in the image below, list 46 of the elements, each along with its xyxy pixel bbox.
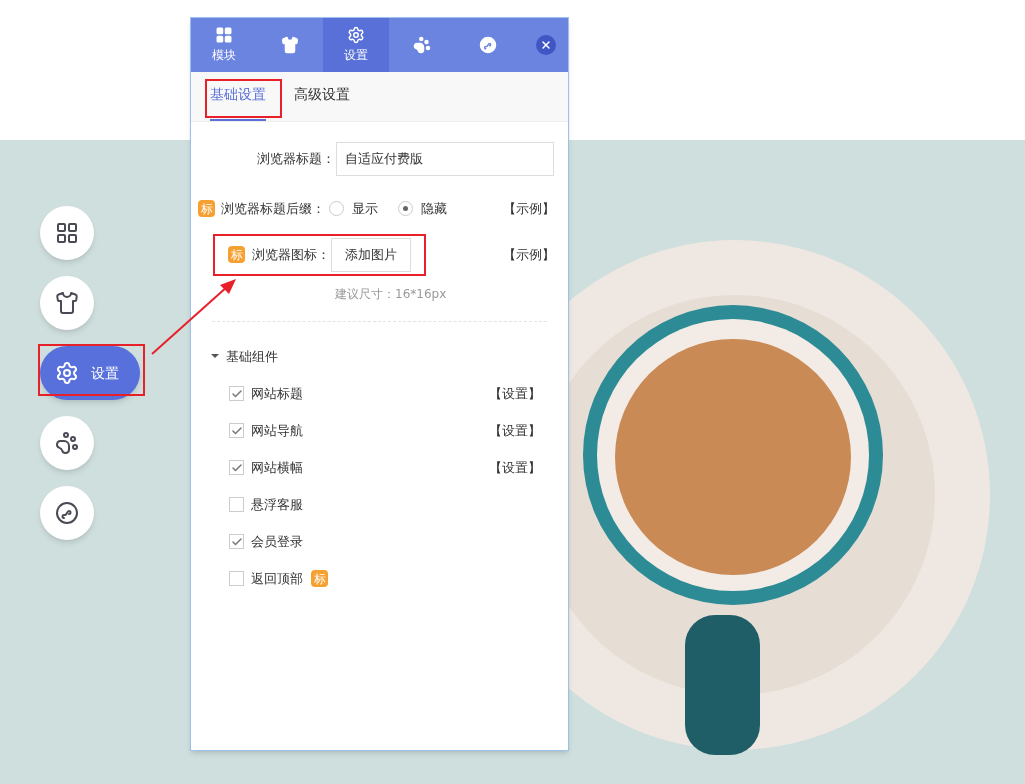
checkbox-label: 网站导航 [251, 421, 303, 440]
panel-tab[interactable]: 模块 [191, 18, 257, 72]
checkbox-label: 网站横幅 [251, 458, 303, 477]
settings-link[interactable]: 【设置】 [489, 383, 541, 404]
checkbox[interactable] [229, 423, 244, 438]
checkbox-label: 悬浮客服 [251, 495, 303, 514]
link-circle-icon [479, 36, 497, 54]
checkbox[interactable] [229, 386, 244, 401]
checkbox-label: 返回顶部 [251, 569, 303, 588]
tag-badge: 标 [198, 200, 215, 218]
field-label: 浏览器标题后缀： [221, 200, 325, 218]
paw-icon [55, 431, 79, 455]
checkbox-label: 会员登录 [251, 532, 303, 551]
grid-icon [215, 26, 233, 44]
title-input[interactable]: 自适应付费版 [336, 142, 554, 176]
field-label: 浏览器标题： [256, 150, 335, 169]
settings-icon [55, 361, 79, 385]
shirt-icon [281, 36, 299, 54]
radio-label: 隐藏 [421, 200, 447, 218]
subtab[interactable]: 基础设置 [210, 84, 266, 121]
settings-icon [347, 26, 365, 44]
checkbox[interactable] [229, 460, 244, 475]
close-icon [540, 39, 552, 51]
shirt-icon [55, 291, 79, 315]
caret-down-icon [211, 352, 219, 361]
example-link[interactable]: 【示例】 [503, 199, 555, 219]
settings-link[interactable]: 【设置】 [489, 457, 541, 478]
subtab[interactable]: 高级设置 [294, 84, 350, 121]
grid-icon [55, 221, 79, 245]
checkbox[interactable] [229, 497, 244, 512]
tag-badge: 标 [311, 570, 328, 588]
example-link[interactable]: 【示例】 [503, 244, 555, 265]
link-circle-icon [55, 501, 79, 525]
radio-label: 显示 [352, 200, 378, 218]
settings-link[interactable]: 【设置】 [489, 420, 541, 441]
add-image-button[interactable]: 添加图片 [331, 237, 411, 272]
checkbox[interactable] [229, 534, 244, 549]
tag-badge: 标 [228, 246, 245, 263]
checkbox[interactable] [229, 571, 244, 586]
checkbox-label: 网站标题 [251, 384, 303, 403]
field-label: 浏览器图标： [252, 245, 330, 264]
panel-tab[interactable]: 设置 [323, 18, 389, 72]
section-toggle[interactable]: 基础组件 [211, 346, 561, 366]
size-hint: 建议尺寸：16*16px [335, 285, 448, 303]
close-button[interactable] [536, 35, 556, 55]
paw-icon [413, 36, 431, 54]
